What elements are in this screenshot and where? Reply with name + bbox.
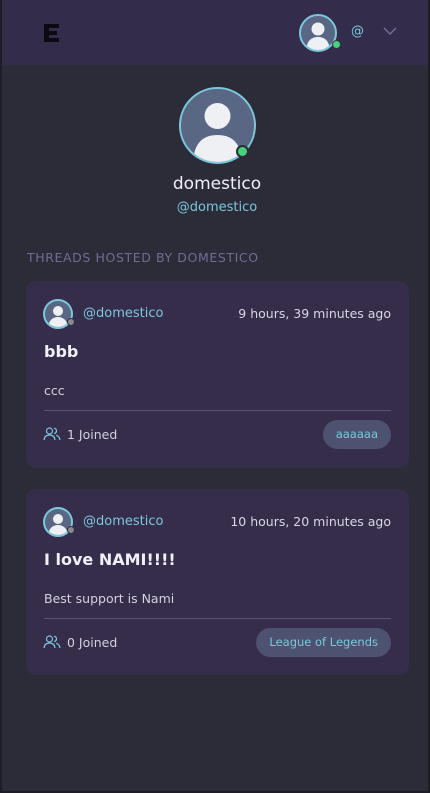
user-handle-label[interactable]: @ xyxy=(351,24,364,39)
profile-name: domestico xyxy=(172,174,262,194)
app-frame: @ domestico @domestico THREADS HOSTED BY… xyxy=(0,0,430,793)
thread-time: 9 hours, 39 minutes ago xyxy=(238,306,391,321)
joined-count: 1 Joined xyxy=(67,427,118,442)
thread-tag[interactable]: aaaaaa xyxy=(322,420,391,449)
thread-title[interactable]: I love NAMI!!!! xyxy=(44,550,176,569)
app-logo-icon[interactable] xyxy=(42,22,62,44)
thread-author[interactable]: @domestico xyxy=(83,514,163,529)
thread-body: ccc xyxy=(44,383,65,398)
users-icon xyxy=(43,427,61,441)
joined-count: 0 Joined xyxy=(67,635,118,650)
divider xyxy=(44,410,391,411)
profile-handle: @domestico xyxy=(176,200,258,215)
thread-time: 10 hours, 20 minutes ago xyxy=(230,514,391,529)
thread-tag[interactable]: League of Legends xyxy=(256,628,391,657)
thread-body: Best support is Nami xyxy=(44,591,175,606)
author-status-dot xyxy=(67,318,75,326)
online-status-dot xyxy=(332,40,341,49)
thread-author[interactable]: @domestico xyxy=(83,306,163,321)
users-icon xyxy=(43,635,61,649)
thread-card[interactable]: @domestico 9 hours, 39 minutes ago bbb c… xyxy=(26,281,409,468)
header-avatar[interactable] xyxy=(299,14,337,52)
thread-card[interactable]: @domestico 10 hours, 20 minutes ago I lo… xyxy=(26,489,409,675)
profile-online-dot xyxy=(236,145,249,158)
author-status-dot xyxy=(67,526,75,534)
divider xyxy=(44,618,391,619)
chevron-down-icon[interactable] xyxy=(382,26,398,36)
section-title: THREADS HOSTED BY DOMESTICO xyxy=(27,250,259,265)
thread-title[interactable]: bbb xyxy=(44,342,78,361)
top-navigation-bar: @ xyxy=(2,0,428,65)
